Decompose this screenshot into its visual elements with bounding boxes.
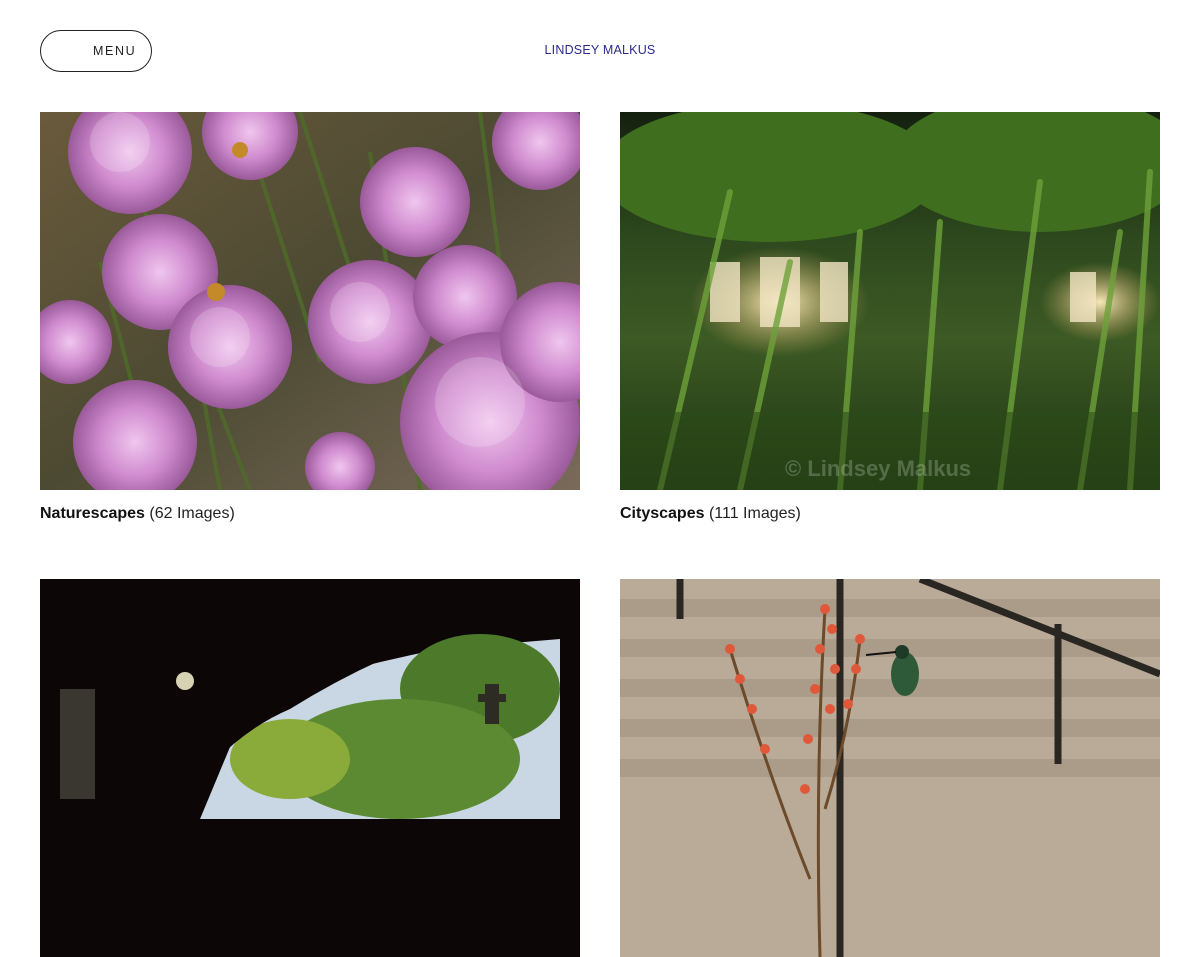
watermark-text: © Lindsey Malkus xyxy=(785,456,972,481)
gallery-count: (62 Images) xyxy=(149,505,235,522)
allium-flowers-photo xyxy=(40,112,580,490)
gallery-thumbnail-naturescapes[interactable] xyxy=(40,112,580,490)
gallery-title: Naturescapes xyxy=(40,505,145,522)
gallery-card-naturescapes: Naturescapes (62 Images) xyxy=(40,112,580,523)
site-header: MENU LINDSEY MALKUS xyxy=(0,0,1200,100)
gallery-thumbnail-3[interactable] xyxy=(40,579,580,957)
hummingbird-flower-photo xyxy=(620,579,1160,957)
gallery-card-cityscapes: © Lindsey Malkus Cityscapes (111 Images) xyxy=(620,112,1160,523)
cemetery-archway-photo xyxy=(40,579,580,957)
site-title-link[interactable]: LINDSEY MALKUS xyxy=(0,43,1200,57)
gallery-title: Cityscapes xyxy=(620,505,705,522)
gallery-thumbnail-4[interactable] xyxy=(620,579,1160,957)
gallery-card-4 xyxy=(620,579,1160,957)
gallery-count: (111 Images) xyxy=(708,505,801,522)
garden-building-photo xyxy=(620,112,1160,490)
gallery-caption-cityscapes[interactable]: Cityscapes (111 Images) xyxy=(620,505,1160,523)
gallery-card-3 xyxy=(40,579,580,957)
gallery-caption-naturescapes[interactable]: Naturescapes (62 Images) xyxy=(40,505,580,523)
gallery-thumbnail-cityscapes[interactable]: © Lindsey Malkus xyxy=(620,112,1160,490)
